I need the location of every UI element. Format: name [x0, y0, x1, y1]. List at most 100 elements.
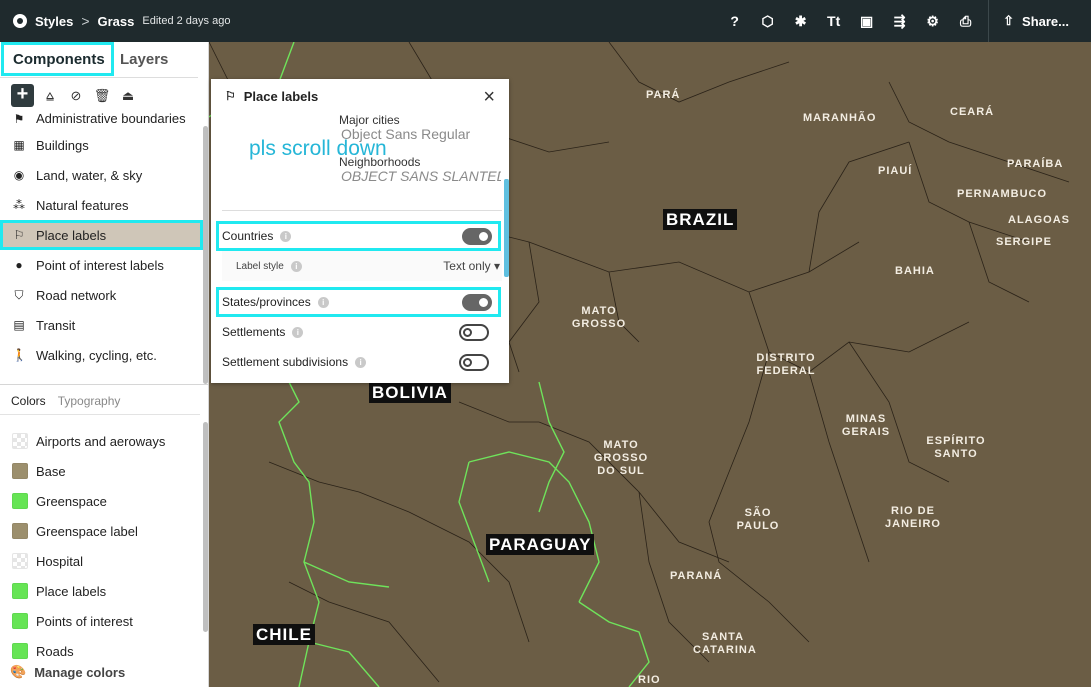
- color-swatch[interactable]: [12, 493, 28, 509]
- chevron-right-icon: >: [81, 13, 90, 29]
- bug-icon[interactable]: ✱: [784, 0, 817, 42]
- toggle-knob: [463, 357, 472, 367]
- color-item-poi[interactable]: Points of interest: [0, 606, 200, 636]
- info-icon[interactable]: i: [355, 356, 367, 368]
- state-label-line: GERAIS: [841, 426, 891, 438]
- countries-toggle[interactable]: [462, 227, 492, 245]
- component-label: Transit: [36, 317, 76, 333]
- state-label-line: GROSSO: [571, 318, 627, 330]
- color-swatch[interactable]: [12, 523, 28, 539]
- preview-neighborhoods: Neighborhoods: [339, 155, 421, 169]
- state-label-line: RIO DE: [891, 505, 935, 517]
- state-label-distrito-federal: DISTRITO FEDERAL: [755, 352, 817, 378]
- breadcrumb-style-name[interactable]: Grass: [98, 14, 135, 29]
- help-icon[interactable]: ?: [718, 0, 751, 42]
- settings-icon[interactable]: ⚙: [916, 0, 949, 42]
- states-toggle[interactable]: [462, 293, 492, 311]
- typography-icon[interactable]: Tt: [817, 0, 850, 42]
- color-swatch[interactable]: [12, 553, 28, 569]
- component-label: Walking, cycling, etc.: [36, 347, 157, 363]
- color-swatch[interactable]: [12, 433, 28, 449]
- component-item-buildings[interactable]: ▦ Buildings: [0, 130, 200, 160]
- component-list-scrollbar[interactable]: [203, 126, 208, 384]
- place-labels-panel: ⚐ Place labels × pls scroll down Major c…: [211, 79, 509, 383]
- component-item-road-network[interactable]: ⛉ Road network: [0, 280, 200, 310]
- image-icon[interactable]: ▣: [850, 0, 883, 42]
- state-label-minas-gerais: MINAS GERAIS: [838, 413, 894, 439]
- tab-rule: [0, 42, 198, 78]
- state-label-line: DO SUL: [597, 465, 645, 477]
- subtab-typography[interactable]: Typography: [58, 394, 121, 408]
- component-item-natural-features[interactable]: ⁂ Natural features: [0, 190, 200, 220]
- trash-icon[interactable]: 🗑: [92, 86, 112, 106]
- component-item-land-water-sky[interactable]: ◉ Land, water, & sky: [0, 160, 200, 190]
- info-icon[interactable]: i: [290, 260, 302, 272]
- color-item-hospital[interactable]: Hospital: [0, 546, 200, 576]
- subdivisions-toggle[interactable]: [459, 353, 489, 371]
- color-item-place-labels[interactable]: Place labels: [0, 576, 200, 606]
- component-label: Administrative boundaries: [36, 111, 186, 126]
- logo-icon[interactable]: [13, 14, 27, 28]
- state-label-line: DISTRITO: [756, 352, 816, 364]
- color-label: Roads: [36, 643, 74, 659]
- component-item-admin-boundaries[interactable]: ⚑ Administrative boundaries: [0, 107, 200, 130]
- panel-scrollbar[interactable]: [504, 179, 509, 277]
- close-icon[interactable]: ×: [483, 86, 495, 109]
- color-swatch[interactable]: [12, 613, 28, 629]
- state-label-line: SÃO: [744, 507, 772, 519]
- color-item-greenspace[interactable]: Greenspace: [0, 486, 200, 516]
- label-style-value: Text only: [443, 259, 491, 273]
- state-label-rio-de-janeiro: RIO DE JANEIRO: [883, 505, 943, 531]
- info-icon[interactable]: i: [292, 326, 304, 338]
- road-icon: ⛉: [14, 287, 24, 302]
- countries-row: Countries i: [216, 221, 501, 251]
- train-icon: ▤: [13, 318, 25, 332]
- color-swatch[interactable]: [12, 643, 28, 659]
- color-swatch[interactable]: [12, 583, 28, 599]
- component-item-place-labels[interactable]: ⚐ Place labels: [0, 220, 203, 250]
- state-label-espirito-santo: ESPÍRITO SANTO: [923, 435, 989, 461]
- export-icon[interactable]: ⇶: [883, 0, 916, 42]
- share-button[interactable]: ⇧ Share...: [988, 0, 1091, 42]
- color-swatch[interactable]: [12, 463, 28, 479]
- subtab-divider: [0, 414, 200, 415]
- settlements-toggle[interactable]: [459, 323, 489, 341]
- state-label-line: SANTO: [934, 448, 978, 460]
- box-icon[interactable]: ⬡: [751, 0, 784, 42]
- palette-icon: 🎨: [10, 664, 27, 679]
- color-item-roads[interactable]: Roads: [0, 636, 200, 666]
- color-label: Greenspace: [36, 493, 107, 509]
- section-divider: [0, 384, 208, 385]
- print-icon[interactable]: ⎙: [949, 0, 982, 42]
- color-item-airports[interactable]: Airports and aeroways: [0, 426, 200, 456]
- state-label-paraiba: PARAÍBA: [1007, 158, 1064, 170]
- color-list-scrollbar[interactable]: [203, 422, 208, 632]
- add-component-button[interactable]: +: [11, 84, 34, 107]
- color-item-greenspace-label[interactable]: Greenspace label: [0, 516, 200, 546]
- breadcrumb-styles[interactable]: Styles: [35, 14, 73, 29]
- panel-header: ⚐ Place labels: [211, 79, 509, 113]
- edited-timestamp: Edited 2 days ago: [142, 15, 231, 27]
- manage-colors-button[interactable]: 🎨 Manage colors: [10, 664, 125, 680]
- state-label-mato-grosso: MATO GROSSO: [571, 305, 627, 331]
- toggle-knob: [463, 327, 472, 337]
- color-label: Greenspace label: [36, 523, 138, 539]
- eject-icon[interactable]: ⏏: [118, 86, 138, 106]
- component-item-transit[interactable]: ▤ Transit: [0, 310, 200, 340]
- eye-off-icon[interactable]: ⊘: [66, 86, 86, 106]
- info-icon[interactable]: i: [317, 296, 329, 308]
- place-label-icon: ⚐: [13, 228, 25, 242]
- layers-off-icon[interactable]: ⩠: [40, 86, 60, 106]
- subtab-colors[interactable]: Colors: [11, 394, 46, 408]
- component-item-poi-labels[interactable]: ● Point of interest labels: [0, 250, 200, 280]
- component-item-walking[interactable]: 🚶 Walking, cycling, etc.: [0, 340, 200, 370]
- state-label-line: GROSSO: [593, 452, 649, 464]
- component-label: Buildings: [36, 137, 89, 153]
- info-icon[interactable]: i: [280, 230, 292, 242]
- label-style-select[interactable]: Text only ▾: [443, 259, 500, 273]
- component-toolbar: + ⩠ ⊘ 🗑 ⏏: [11, 84, 138, 107]
- color-item-base[interactable]: Base: [0, 456, 200, 486]
- states-label: States/provinces: [222, 295, 311, 309]
- states-row: States/provinces i: [216, 287, 501, 317]
- toggle-knob: [479, 297, 488, 307]
